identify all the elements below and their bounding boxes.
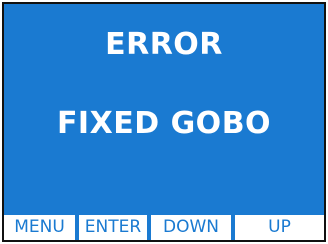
error-message: FIXED GOBO	[56, 106, 272, 141]
lcd-display-screen: ERROR FIXED GOBO MENU ENTER DOWN UP	[2, 2, 326, 242]
menu-button[interactable]: MENU	[4, 215, 75, 240]
down-button[interactable]: DOWN	[151, 215, 231, 240]
softkey-bar: MENU ENTER DOWN UP	[4, 215, 324, 240]
up-button[interactable]: UP	[235, 215, 324, 240]
error-title: ERROR	[105, 27, 223, 62]
enter-button[interactable]: ENTER	[79, 215, 147, 240]
